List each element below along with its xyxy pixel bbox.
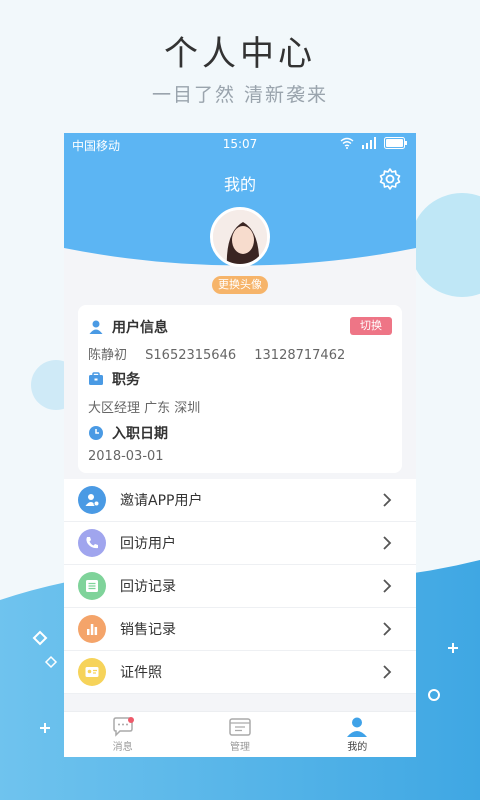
menu-item-sales-records[interactable]: 销售记录 bbox=[64, 608, 416, 651]
list-icon bbox=[78, 572, 106, 600]
menu-label: 证件照 bbox=[120, 665, 162, 681]
menu-item-id-photo[interactable]: 证件照 bbox=[64, 651, 416, 694]
menu-item-revisit-user[interactable]: 回访用户 bbox=[64, 522, 416, 565]
user-name: 陈静初 bbox=[88, 348, 128, 363]
user-phone: 13128717462 bbox=[254, 348, 346, 363]
tab-label: 我的 bbox=[347, 742, 368, 753]
chevron-right-icon bbox=[383, 493, 392, 507]
briefcase-icon bbox=[89, 372, 103, 385]
settings-gear-icon[interactable] bbox=[378, 167, 402, 191]
tab-manage[interactable]: 管理 bbox=[181, 712, 298, 757]
chat-icon bbox=[112, 717, 134, 737]
chevron-right-icon bbox=[383, 622, 392, 636]
menu-label: 回访记录 bbox=[120, 579, 176, 595]
wifi-icon bbox=[340, 137, 354, 149]
menu-item-invite-app-user[interactable]: 邀请APP用户 bbox=[64, 479, 416, 522]
hire-date-value: 2018-03-01 bbox=[88, 449, 164, 464]
role-value: 大区经理 广东 深圳 bbox=[88, 401, 201, 416]
change-avatar-button[interactable]: 更换头像 bbox=[212, 276, 268, 294]
chevron-right-icon bbox=[383, 665, 392, 679]
status-bar: 中国移动 15:07 bbox=[72, 137, 408, 153]
tab-mine[interactable]: 我的 bbox=[299, 712, 416, 757]
user-info-title: 用户信息 bbox=[112, 320, 168, 336]
user-icon bbox=[89, 320, 103, 334]
avatar[interactable] bbox=[210, 207, 270, 267]
role-header: 职务 bbox=[88, 369, 140, 389]
hire-date-header: 入职日期 bbox=[88, 423, 168, 443]
phone-screen: 中国移动 15:07 我的 更换头像 用户信息 切换 陈静初 S16523156… bbox=[64, 133, 416, 757]
page-title: 我的 bbox=[223, 175, 256, 194]
clock-icon bbox=[89, 426, 103, 440]
promo-subtitle: 一目了然 清新袭来 bbox=[151, 84, 329, 106]
signal-icon bbox=[362, 137, 376, 149]
user-id: S1652315646 bbox=[145, 348, 237, 363]
menu-item-revisit-records[interactable]: 回访记录 bbox=[64, 565, 416, 608]
tab-messages[interactable]: 消息 bbox=[64, 712, 181, 757]
battery-icon bbox=[384, 137, 407, 149]
phone-icon bbox=[78, 529, 106, 557]
tab-label: 管理 bbox=[229, 742, 250, 753]
hire-date-title: 入职日期 bbox=[112, 426, 168, 442]
chevron-right-icon bbox=[383, 579, 392, 593]
chart-icon bbox=[78, 615, 106, 643]
chevron-right-icon bbox=[383, 536, 392, 550]
invite-user-icon bbox=[78, 486, 106, 514]
menu-label: 销售记录 bbox=[120, 622, 176, 638]
folder-icon bbox=[229, 718, 251, 736]
menu-list: 邀请APP用户 回访用户 回访记录 销售记录 证件照 bbox=[64, 479, 416, 694]
menu-label: 邀请APP用户 bbox=[120, 493, 203, 509]
user-info-header: 用户信息 bbox=[88, 317, 168, 337]
tab-bar: 消息 管理 我的 bbox=[64, 711, 416, 757]
role-title: 职务 bbox=[112, 372, 140, 388]
user-info-card: 用户信息 切换 陈静初 S1652315646 13128717462 职务 大… bbox=[78, 305, 402, 473]
menu-label: 回访用户 bbox=[120, 536, 176, 552]
tab-label: 消息 bbox=[112, 742, 133, 753]
promo-title: 个人中心 bbox=[164, 34, 316, 74]
id-card-icon bbox=[78, 658, 106, 686]
switch-button[interactable]: 切换 bbox=[350, 317, 392, 335]
person-icon bbox=[347, 717, 368, 737]
